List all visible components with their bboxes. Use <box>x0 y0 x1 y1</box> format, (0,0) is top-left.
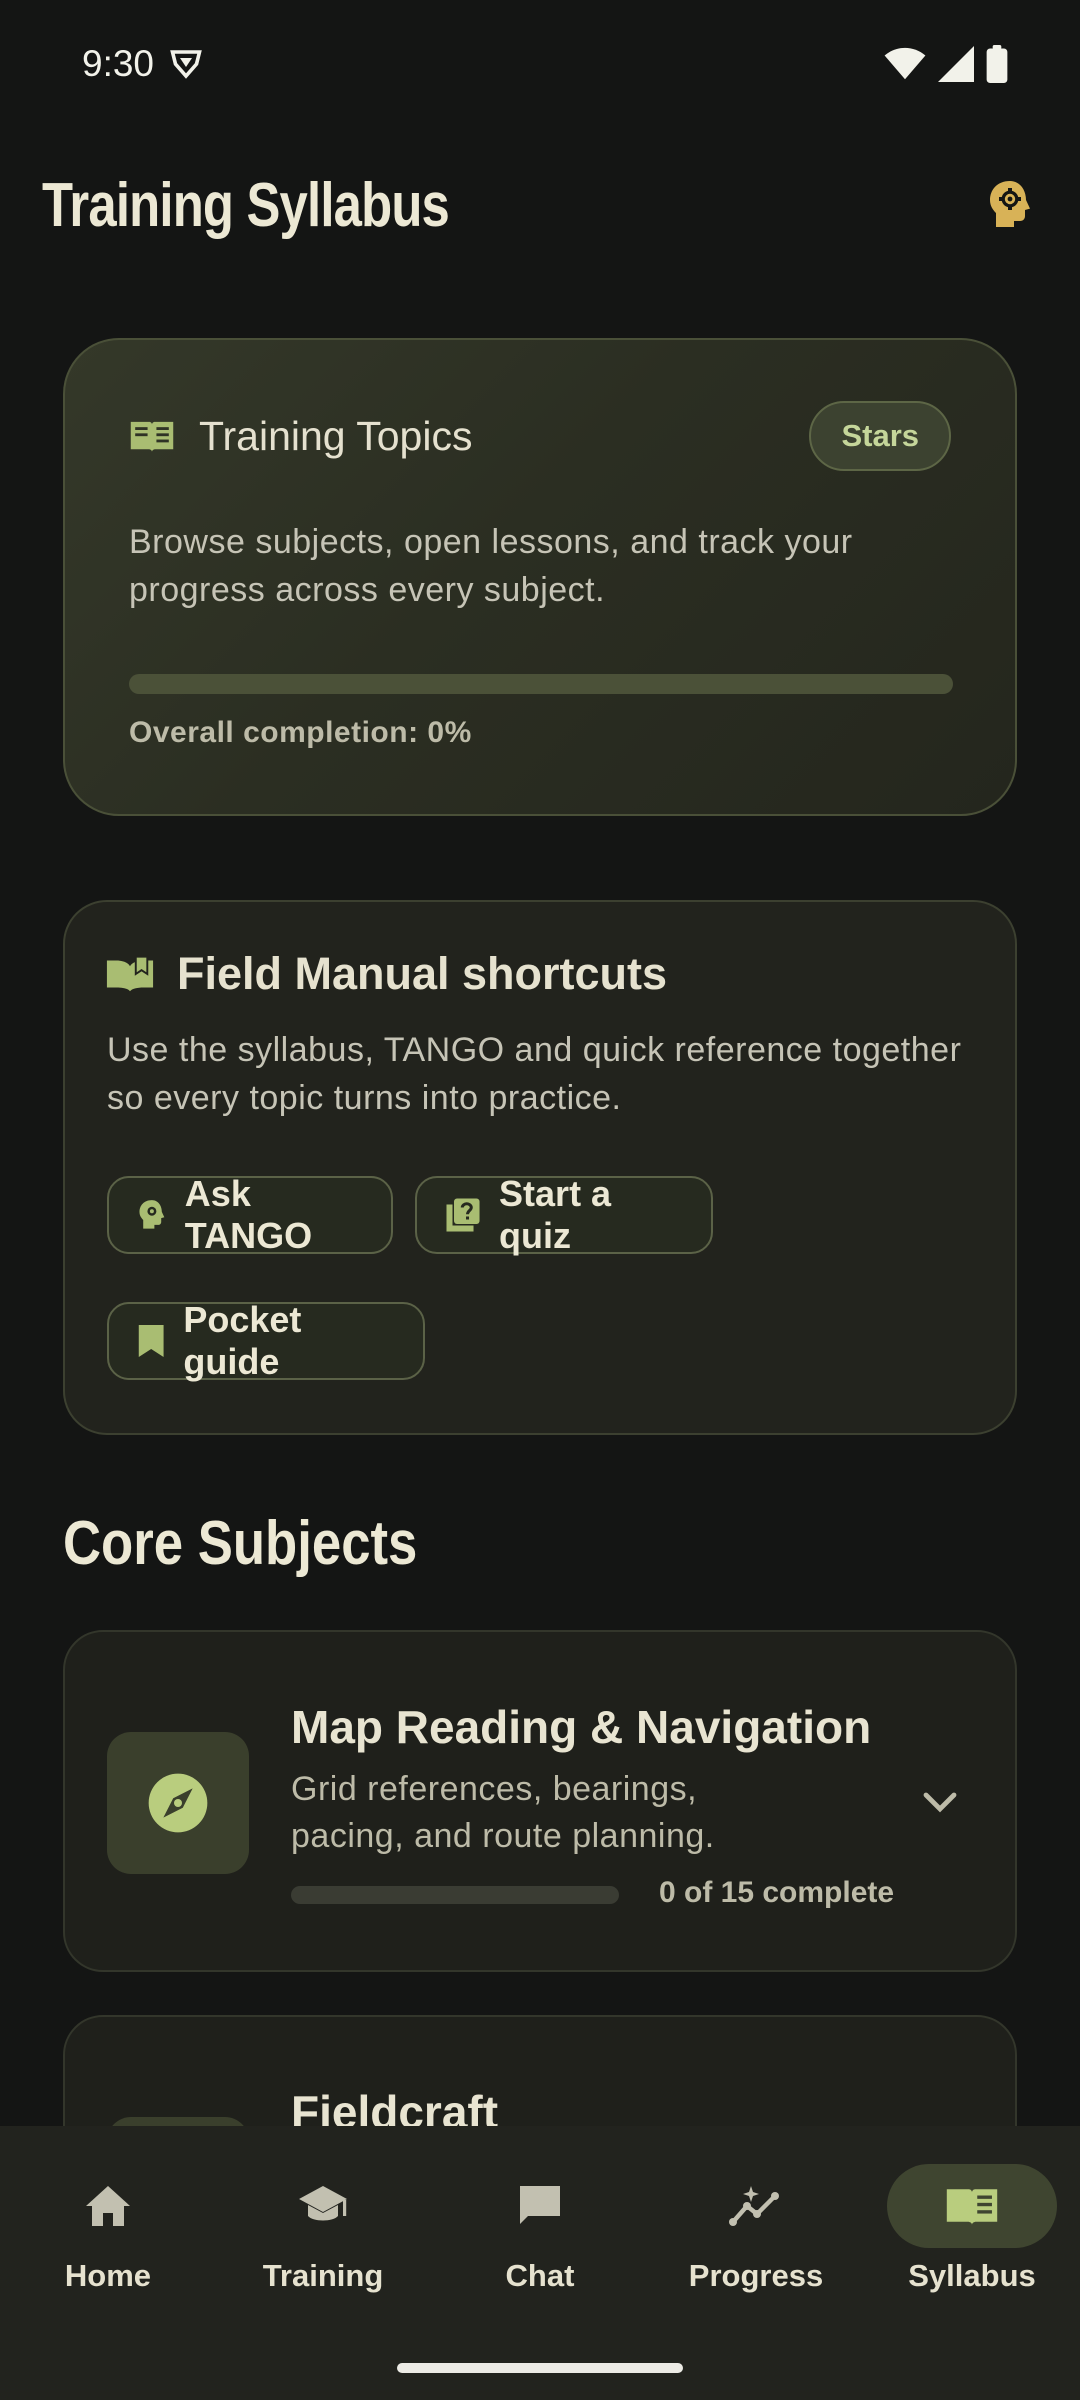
open-book-icon <box>130 421 174 452</box>
status-bar: 9:30 <box>0 0 1080 128</box>
subject-card-map-reading[interactable]: Map Reading & Navigation Grid references… <box>63 1630 1017 1972</box>
trend-sparkle-icon <box>729 2186 779 2226</box>
nav-icon-wrap <box>238 2164 408 2248</box>
nav-label: Syllabus <box>908 2258 1036 2293</box>
open-book-icon <box>946 2189 998 2225</box>
graduation-cap-icon <box>299 2186 347 2221</box>
subject-title: Map Reading & Navigation <box>291 1701 872 1753</box>
core-subjects-title: Core Subjects <box>63 1509 418 1578</box>
signal-icon <box>938 46 974 82</box>
app-header: Training Syllabus <box>0 150 1080 260</box>
pocket-guide-label: Pocket guide <box>183 1299 302 1382</box>
subject-progress-bar <box>291 1886 619 1904</box>
ask-tango-label: Ask TANGO <box>184 1173 313 1256</box>
nav-icon-wrap <box>455 2164 625 2248</box>
home-indicator[interactable] <box>397 2363 683 2373</box>
nav-item-progress[interactable]: Progress <box>671 2164 841 2304</box>
quiz-icon <box>446 1198 480 1232</box>
field-manual-title-row: Field Manual shortcuts <box>105 948 667 1000</box>
overall-progress-bar <box>129 674 953 694</box>
training-topics-title-wrap: Training Topics <box>129 413 472 460</box>
status-time-text: 9:30 <box>82 43 155 84</box>
wifi-icon <box>884 47 926 80</box>
subject-description: Grid references, bearings, pacing, and r… <box>291 1770 715 1855</box>
nav-item-chat[interactable]: Chat <box>455 2164 625 2304</box>
start-quiz-button[interactable]: Start a quiz <box>415 1173 713 1256</box>
training-topics-header: Training Topics Stars <box>129 400 951 472</box>
nav-item-home[interactable]: Home <box>23 2164 193 2304</box>
start-quiz-label: Start a quiz <box>499 1173 612 1256</box>
expand-subject-button[interactable] <box>915 1782 965 1822</box>
nav-label: Chat <box>505 2258 575 2293</box>
tango-head-button[interactable] <box>980 175 1040 235</box>
field-manual-icon <box>106 955 154 992</box>
subject-count: 0 of 15 complete <box>659 1876 895 1909</box>
vpn-shield-icon <box>170 50 202 79</box>
nav-icon-wrap-active <box>887 2164 1057 2248</box>
nav-icon-wrap <box>23 2164 193 2248</box>
overall-completion-text: Overall completion: 0% <box>129 716 472 749</box>
subject-icon-box <box>107 1732 249 1874</box>
bookmark-icon <box>138 1325 164 1357</box>
chevron-down-icon <box>923 1792 957 1813</box>
nav-item-training[interactable]: Training <box>238 2164 408 2304</box>
status-time: 9:30 <box>82 43 204 85</box>
status-icons <box>884 45 1008 83</box>
nav-icon-wrap <box>671 2164 841 2248</box>
nav-label: Training <box>262 2258 384 2293</box>
home-icon <box>86 2186 130 2226</box>
nav-item-syllabus[interactable]: Syllabus <box>887 2164 1057 2304</box>
field-manual-card: Field Manual shortcuts Use the syllabus,… <box>63 900 1017 1435</box>
training-topics-title: Training Topics <box>199 412 473 459</box>
training-topics-card[interactable]: Training Topics Stars Browse subjects, o… <box>63 338 1017 816</box>
page-title: Training Syllabus <box>42 170 450 240</box>
field-manual-title: Field Manual shortcuts <box>177 948 668 999</box>
pocket-guide-button[interactable]: Pocket guide <box>107 1299 425 1382</box>
field-manual-description: Use the syllabus, TANGO and quick refere… <box>107 1031 962 1117</box>
tango-head-icon <box>139 1200 165 1229</box>
ask-tango-button[interactable]: Ask TANGO <box>107 1173 393 1256</box>
training-topics-description: Browse subjects, open lessons, and track… <box>129 523 853 609</box>
head-gear-icon <box>990 181 1030 227</box>
chat-bubble-icon <box>520 2186 560 2224</box>
stars-chip[interactable]: Stars <box>809 401 951 471</box>
bottom-navigation: Home Training Chat Progress Syllabus <box>0 2126 1080 2400</box>
nav-label: Progress <box>688 2258 824 2293</box>
battery-icon <box>986 45 1008 83</box>
compass-icon <box>148 1773 208 1833</box>
nav-label: Home <box>64 2258 152 2293</box>
